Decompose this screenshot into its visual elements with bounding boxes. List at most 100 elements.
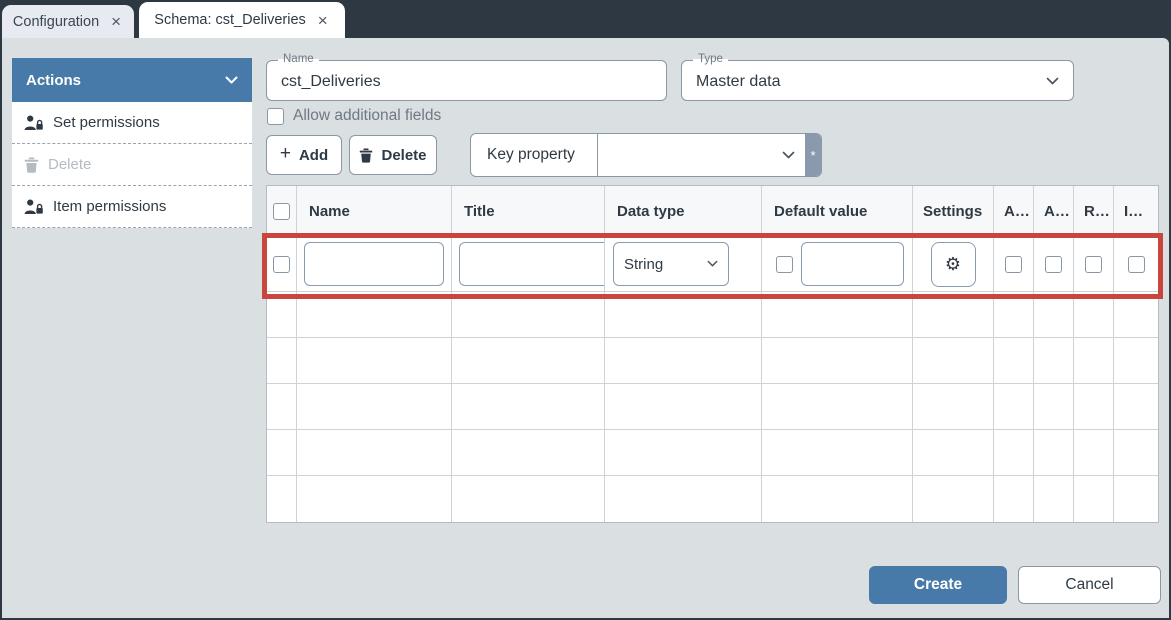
table-row <box>267 430 1158 476</box>
allow-additional-fields-checkbox[interactable] <box>267 108 284 125</box>
required-marker: * <box>805 134 821 176</box>
table-cell <box>605 476 762 522</box>
table-cell <box>267 384 297 429</box>
col-a1-checkbox[interactable] <box>1005 256 1022 273</box>
content-area: Actions Set permissions D <box>2 38 1169 618</box>
tab-label: Configuration <box>13 14 99 30</box>
table-cell <box>452 476 605 522</box>
data-type-select[interactable]: String <box>613 242 729 286</box>
create-button-label: Create <box>914 576 962 594</box>
table-cell <box>1074 476 1114 522</box>
table-cell <box>267 338 297 383</box>
default-value-input[interactable] <box>801 242 904 286</box>
actions-sidebar: Actions Set permissions D <box>12 58 252 228</box>
create-button[interactable]: Create <box>869 566 1007 604</box>
allow-additional-fields-row: Allow additional fields <box>267 107 441 125</box>
table-row <box>267 476 1158 522</box>
table-cell <box>297 292 452 337</box>
field-title-input[interactable] <box>459 242 605 286</box>
type-field-label: Type <box>693 53 728 65</box>
col-i-checkbox[interactable] <box>1128 256 1145 273</box>
column-header-a2: A… <box>1034 186 1074 236</box>
schema-type-select[interactable]: Type Master data <box>681 60 1074 101</box>
chevron-down-icon <box>707 260 718 268</box>
table-cell <box>913 384 994 429</box>
table-cell <box>913 476 994 522</box>
sidebar-item-item-permissions[interactable]: Item permissions <box>12 186 252 228</box>
chevron-down-icon <box>782 151 795 160</box>
type-select-value: Master data <box>696 73 1046 91</box>
sidebar-item-label: Delete <box>48 156 91 173</box>
column-header-settings: Settings <box>913 186 994 236</box>
close-icon[interactable]: × <box>316 12 330 29</box>
close-icon[interactable]: × <box>109 13 123 30</box>
table-cell <box>994 292 1034 337</box>
table-row-edit: A String ⚙ <box>267 237 1158 292</box>
sidebar-item-label: Set permissions <box>53 114 160 131</box>
table-cell <box>1114 430 1158 475</box>
table-cell <box>1034 430 1074 475</box>
table-cell <box>913 292 994 337</box>
key-property-select[interactable] <box>598 134 805 176</box>
table-cell <box>1034 292 1074 337</box>
add-button[interactable]: + Add <box>266 135 342 175</box>
user-lock-icon <box>24 199 44 215</box>
tab-configuration[interactable]: Configuration × <box>2 5 134 38</box>
table-cell <box>452 430 605 475</box>
column-header-title: Title <box>452 186 605 236</box>
tab-bar: Configuration × Schema: cst_Deliveries × <box>0 0 1171 38</box>
sidebar-item-label: Item permissions <box>53 198 166 215</box>
table-cell <box>1074 338 1114 383</box>
col-a2-checkbox[interactable] <box>1045 256 1062 273</box>
name-input[interactable] <box>267 61 666 100</box>
sidebar-item-delete: Delete <box>12 144 252 186</box>
actions-header-label: Actions <box>26 72 81 89</box>
table-row <box>267 384 1158 430</box>
table-header-row: Name Title Data type Default value Setti… <box>267 186 1158 237</box>
gear-icon: ⚙ <box>945 254 961 275</box>
table-cell <box>1114 338 1158 383</box>
settings-button[interactable]: ⚙ <box>931 242 976 287</box>
tab-schema[interactable]: Schema: cst_Deliveries × <box>139 2 345 38</box>
table-cell <box>1114 292 1158 337</box>
table-cell <box>452 338 605 383</box>
tab-label: Schema: cst_Deliveries <box>154 12 306 28</box>
column-header-name: Name <box>297 186 452 236</box>
table-cell <box>1074 430 1114 475</box>
user-lock-icon <box>24 115 44 131</box>
cancel-button[interactable]: Cancel <box>1018 566 1161 604</box>
delete-button[interactable]: Delete <box>349 135 437 175</box>
sidebar-item-set-permissions[interactable]: Set permissions <box>12 102 252 144</box>
default-value-checkbox[interactable] <box>776 256 793 273</box>
name-field-label: Name <box>278 53 319 65</box>
cancel-button-label: Cancel <box>1065 576 1113 594</box>
table-cell <box>452 292 605 337</box>
table-row <box>267 338 1158 384</box>
table-cell <box>297 384 452 429</box>
actions-header[interactable]: Actions <box>12 58 252 102</box>
table-cell <box>762 338 913 383</box>
field-name-input[interactable] <box>304 242 444 286</box>
table-cell <box>267 476 297 522</box>
table-cell <box>762 476 913 522</box>
column-header-data-type: Data type <box>605 186 762 236</box>
table-cell <box>267 430 297 475</box>
row-select-checkbox[interactable] <box>273 256 290 273</box>
table-cell <box>267 292 297 337</box>
add-button-label: Add <box>299 147 328 164</box>
table-cell <box>1074 292 1114 337</box>
table-cell <box>1034 338 1074 383</box>
column-header-i: I… <box>1114 186 1158 236</box>
data-type-value: String <box>624 256 707 273</box>
plus-icon: + <box>280 143 291 165</box>
table-cell <box>297 430 452 475</box>
select-all-checkbox[interactable] <box>273 203 290 220</box>
chevron-down-icon <box>225 76 238 85</box>
allow-additional-fields-label: Allow additional fields <box>293 107 441 125</box>
col-r-checkbox[interactable] <box>1085 256 1102 273</box>
table-cell <box>762 384 913 429</box>
table-cell <box>605 430 762 475</box>
table-cell <box>605 384 762 429</box>
table-cell <box>913 430 994 475</box>
table-cell <box>1034 476 1074 522</box>
